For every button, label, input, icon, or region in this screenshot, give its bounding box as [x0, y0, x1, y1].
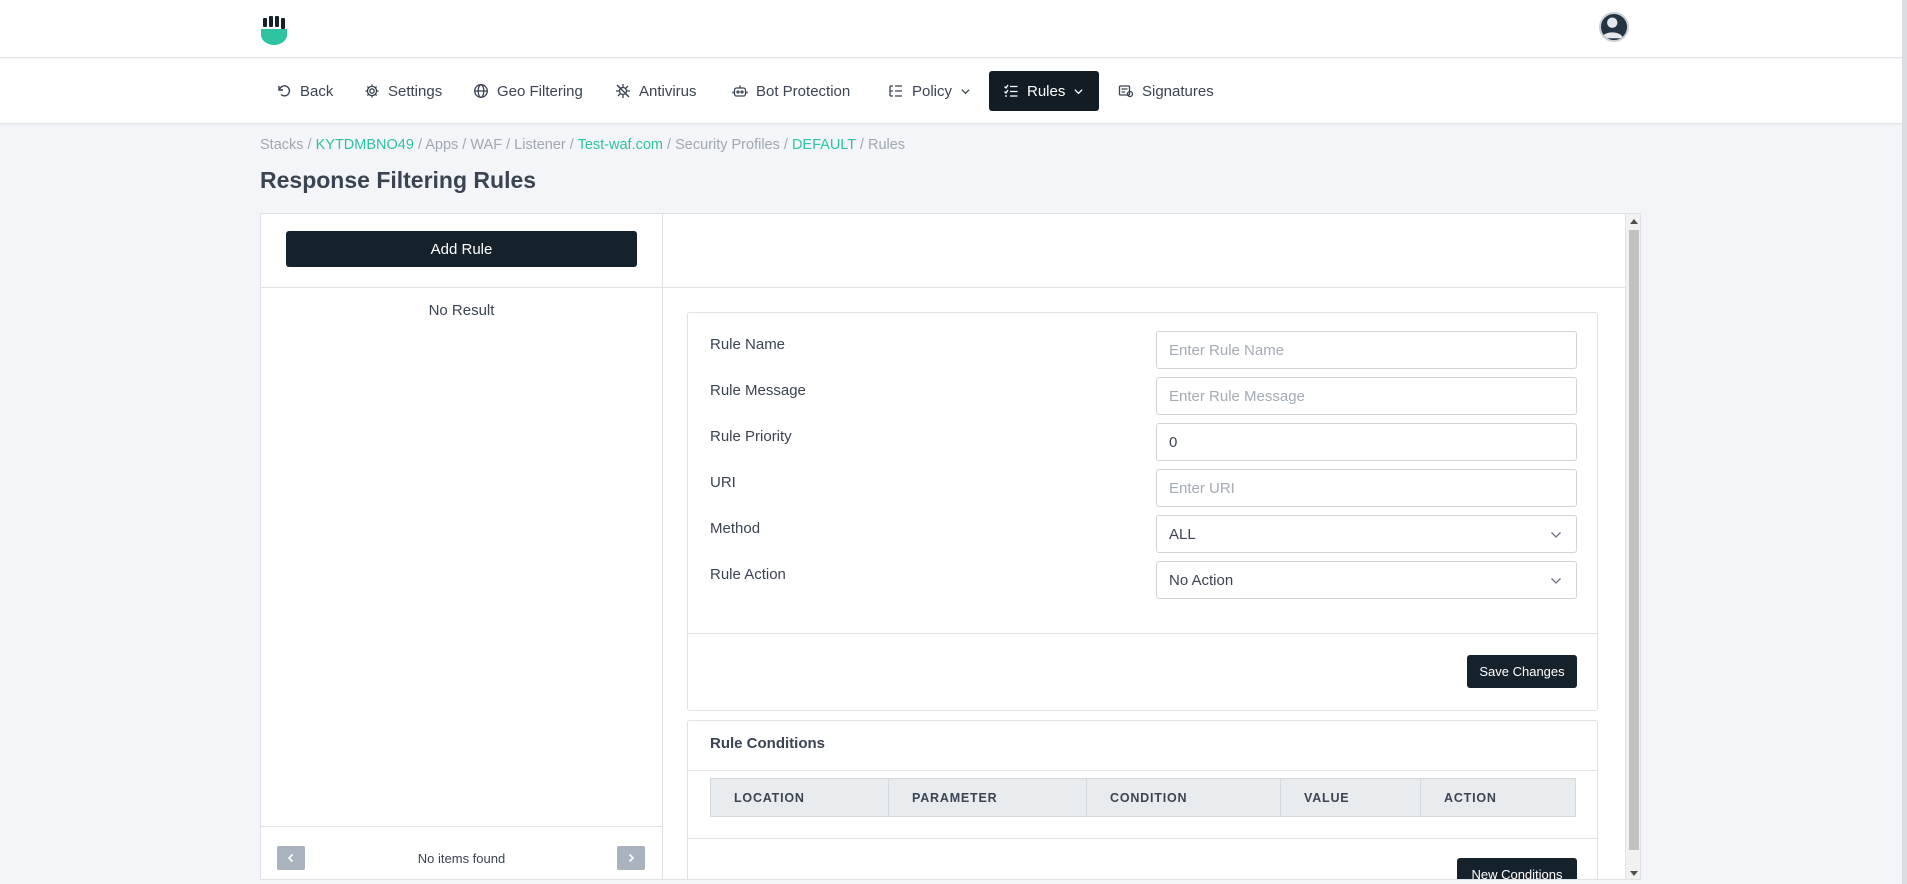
uri-label: URI — [710, 474, 736, 491]
nav-rules[interactable]: Rules — [989, 71, 1099, 111]
nav-antivirus-label: Antivirus — [639, 82, 697, 100]
breadcrumb-profile-name[interactable]: DEFAULT — [792, 137, 856, 153]
breadcrumb-apps[interactable]: Apps — [425, 137, 458, 153]
gear-icon — [365, 84, 379, 98]
top-header — [0, 0, 1907, 58]
nav-rules-label: Rules — [1027, 82, 1066, 100]
rule-action-label: Rule Action — [710, 566, 786, 583]
rule-conditions-section: Rule Conditions LOCATION PARAMETER CONDI… — [687, 720, 1598, 879]
empty-list-text: No Result — [428, 302, 495, 319]
rule-action-select-value: No Action — [1169, 571, 1234, 589]
add-rule-button[interactable]: Add Rule — [286, 231, 637, 267]
rules-card: Add Rule No Result No items found Rule N… — [260, 213, 1641, 880]
conditions-divider — [688, 770, 1597, 771]
nav-settings-label: Settings — [388, 82, 443, 100]
breadcrumb-rules: Rules — [867, 137, 906, 153]
chevron-down-icon — [1551, 532, 1561, 538]
chevron-right-icon — [628, 853, 635, 863]
method-label: Method — [710, 520, 761, 537]
nav-policy[interactable]: Policy — [874, 71, 985, 111]
rule-priority-label: Rule Priority — [710, 428, 792, 445]
card-scrollbar[interactable] — [1625, 214, 1640, 879]
virus-icon — [616, 84, 630, 98]
new-conditions-button[interactable]: New Conditions — [1457, 858, 1577, 879]
chevron-down-icon — [1074, 88, 1083, 94]
chevron-down-icon — [961, 88, 970, 94]
rule-name-label: Rule Name — [710, 336, 786, 353]
nav-back-label: Back — [300, 82, 334, 100]
rules-list-panel: Add Rule No Result No items found — [261, 214, 663, 879]
column-header-action: ACTION — [1444, 790, 1497, 805]
nav-antivirus[interactable]: Antivirus — [601, 71, 711, 111]
rule-conditions-title: Rule Conditions — [710, 735, 825, 752]
conditions-table-header: LOCATION PARAMETER CONDITION VALUE ACTIO… — [710, 778, 1576, 817]
nav-signatures[interactable]: Signatures — [1104, 71, 1228, 111]
rule-message-input[interactable] — [1156, 377, 1577, 415]
column-header-location: LOCATION — [711, 779, 889, 816]
nav-bot-protection[interactable]: Bot Protection — [718, 71, 864, 111]
nav-geo-filtering-label: Geo Filtering — [497, 82, 583, 100]
scroll-up-icon[interactable] — [1630, 219, 1638, 224]
robot-icon — [732, 85, 748, 97]
page-title: Response Filtering Rules — [260, 167, 537, 193]
page-scrollbar[interactable] — [1902, 0, 1907, 884]
nav-signatures-label: Signatures — [1142, 82, 1214, 100]
user-avatar-icon[interactable] — [1599, 12, 1629, 42]
nav-policy-label: Policy — [912, 82, 953, 100]
rule-message-label: Rule Message — [710, 382, 806, 399]
rule-detail-header — [663, 214, 1625, 288]
column-header-condition: CONDITION — [1087, 779, 1281, 816]
list-tree-icon — [889, 85, 902, 97]
rule-form: Rule Name Rule Message Rule Priority URI… — [687, 312, 1598, 711]
globe-icon — [474, 84, 488, 98]
breadcrumb-stacks[interactable]: Stacks — [260, 137, 304, 153]
undo-icon — [278, 85, 291, 97]
column-header-parameter: PARAMETER — [889, 779, 1087, 816]
checklist-icon — [1004, 84, 1018, 97]
save-changes-button[interactable]: Save Changes — [1467, 655, 1577, 688]
chevron-down-icon — [1551, 578, 1561, 584]
rule-name-input[interactable] — [1156, 331, 1577, 369]
rule-action-select[interactable]: No Action — [1156, 561, 1577, 599]
breadcrumb-listener-name[interactable]: Test-waf.com — [578, 137, 663, 153]
pagination-status: No items found — [417, 851, 506, 866]
breadcrumb-stack-id[interactable]: KYTDMBNO49 — [316, 137, 414, 153]
next-page-button[interactable] — [617, 846, 645, 870]
list-pagination: No items found — [261, 826, 662, 879]
signature-icon — [1118, 85, 1134, 98]
rule-priority-input[interactable] — [1156, 423, 1577, 461]
breadcrumb-security-profiles[interactable]: Security Profiles — [675, 137, 780, 153]
section-nav: Back Settings Geo Filtering Antivirus Bo… — [0, 59, 1907, 124]
scroll-down-icon[interactable] — [1630, 871, 1638, 876]
nav-bot-protection-label: Bot Protection — [756, 82, 851, 100]
nav-geo-filtering[interactable]: Geo Filtering — [459, 71, 597, 111]
breadcrumb-waf[interactable]: WAF — [470, 137, 502, 153]
conditions-divider — [688, 838, 1597, 839]
nav-settings[interactable]: Settings — [350, 71, 456, 111]
shield-fist-logo-icon[interactable] — [260, 16, 288, 46]
scrollbar-thumb[interactable] — [1629, 230, 1639, 850]
form-divider — [688, 633, 1597, 634]
column-header-value: VALUE — [1281, 779, 1421, 816]
rules-list-header: Add Rule — [261, 214, 662, 288]
nav-back[interactable]: Back — [262, 71, 347, 111]
breadcrumb: Stacks / KYTDMBNO49 / Apps / WAF / Liste… — [260, 137, 906, 153]
method-select-value: ALL — [1169, 525, 1196, 543]
breadcrumb-listener[interactable]: Listener — [514, 137, 566, 153]
method-select[interactable]: ALL — [1156, 515, 1577, 553]
uri-input[interactable] — [1156, 469, 1577, 507]
